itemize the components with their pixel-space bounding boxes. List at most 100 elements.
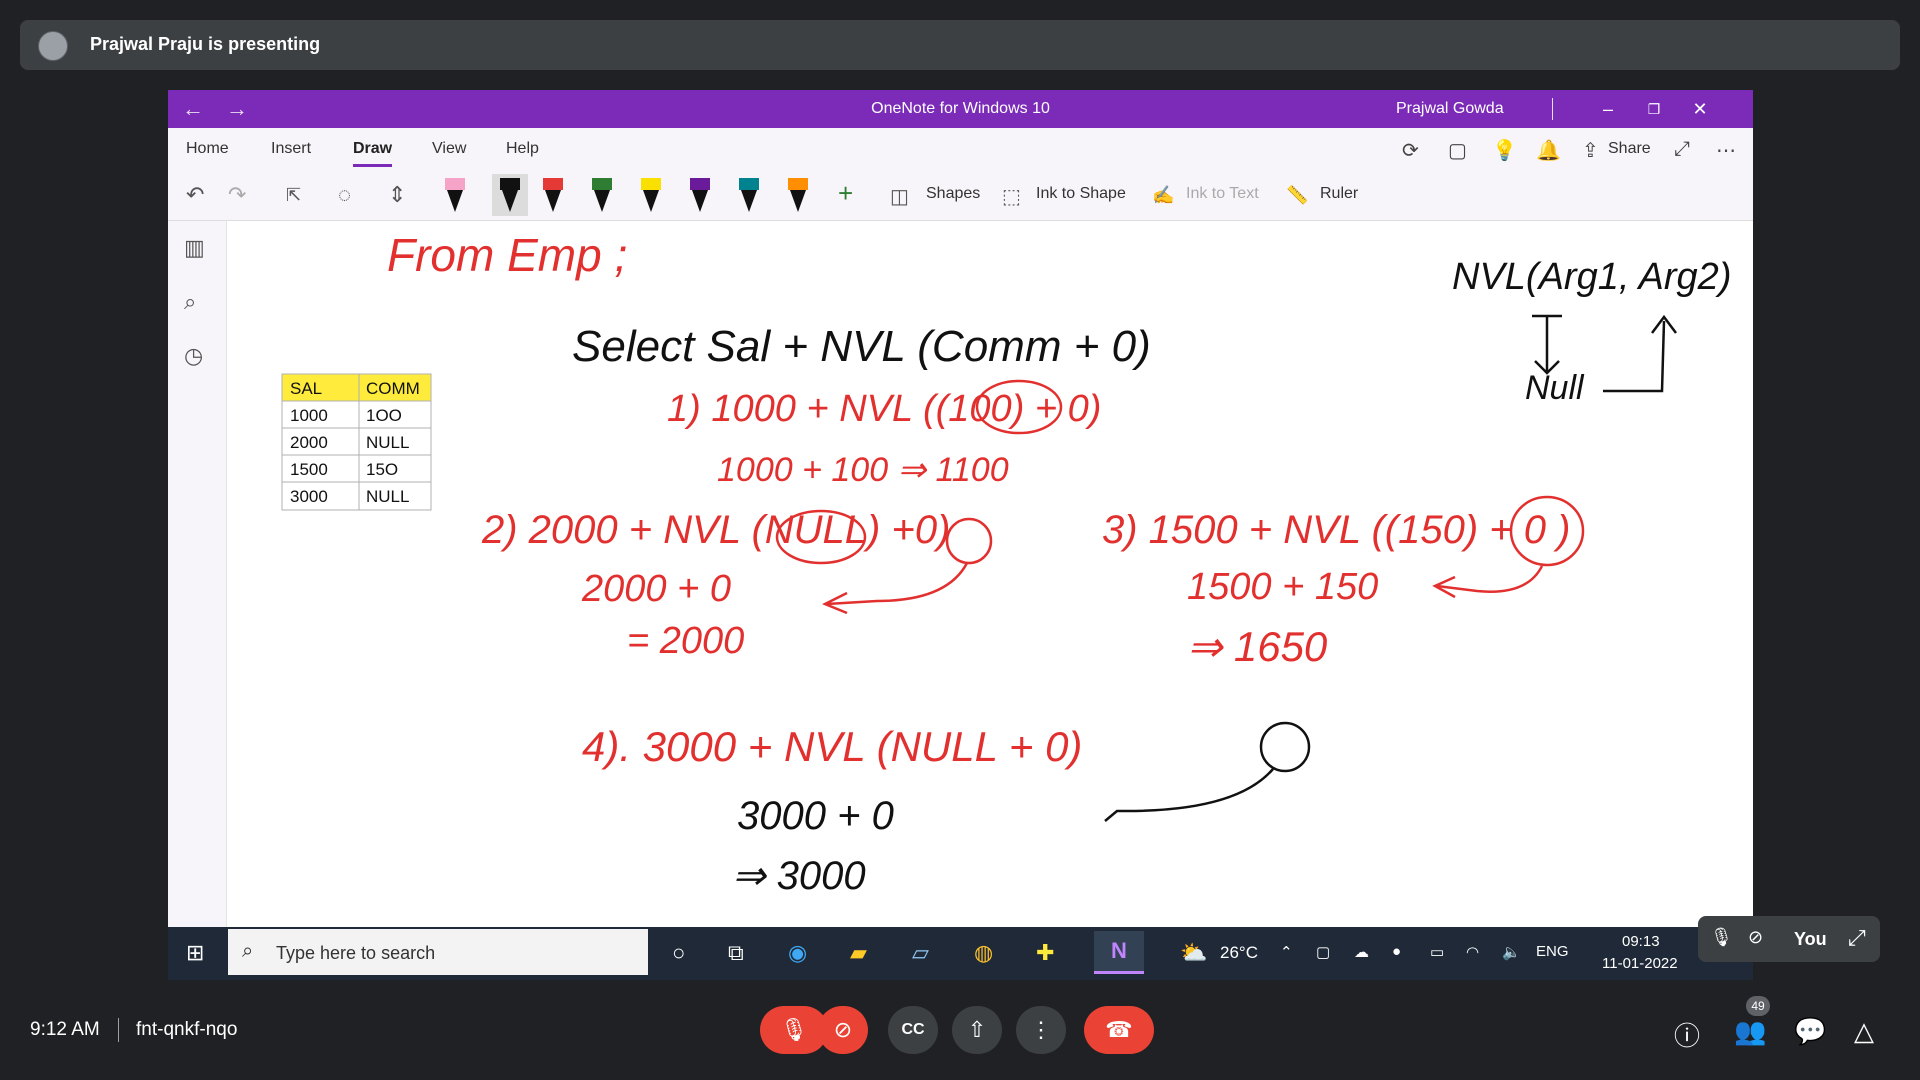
clock-date[interactable]: 11-01-2022 bbox=[1602, 955, 1678, 972]
pen-8-icon[interactable] bbox=[786, 178, 810, 212]
pen-1-icon[interactable] bbox=[443, 178, 467, 212]
clock-time[interactable]: 09:13 bbox=[1622, 933, 1660, 950]
language-indicator[interactable]: ENG bbox=[1536, 943, 1569, 960]
share-button[interactable]: Share bbox=[1608, 140, 1651, 158]
lightbulb-icon[interactable]: 💡 bbox=[1492, 138, 1517, 163]
expand-icon[interactable]: ⤢ bbox=[1674, 138, 1690, 161]
task-view-icon[interactable]: ⧉ bbox=[728, 940, 744, 966]
navigation-sidebar: ▥ ⌕ ◷ bbox=[168, 221, 227, 980]
table-cell: 15O bbox=[366, 460, 398, 479]
activities-icon[interactable]: △ bbox=[1854, 1016, 1874, 1047]
wifi-icon[interactable]: ◠ bbox=[1466, 943, 1479, 961]
windows-start-icon[interactable]: ⊞ bbox=[186, 940, 204, 966]
ink-step4a: 4). 3000 + NVL (NULL + 0) bbox=[582, 723, 1082, 770]
presenting-text: Prajwal Praju is presenting bbox=[90, 34, 321, 54]
shapes-icon[interactable]: ◫ bbox=[890, 184, 909, 209]
lasso-add-icon[interactable]: ◌ bbox=[338, 182, 351, 208]
ink-to-text-button[interactable]: Ink to Text bbox=[1186, 185, 1259, 203]
bell-icon[interactable]: 🔔 bbox=[1536, 138, 1561, 163]
add-pen-icon[interactable]: + bbox=[838, 178, 853, 209]
search-icon[interactable]: ⌕ bbox=[184, 289, 196, 315]
pen-5-icon[interactable] bbox=[639, 178, 663, 212]
more-icon[interactable]: ⋯ bbox=[1716, 138, 1736, 163]
ribbon-tabs: Home Insert Draw View Help ⟳ ▢ 💡 🔔 ⇪ Sha… bbox=[168, 128, 1753, 170]
pen-6-icon[interactable] bbox=[688, 178, 712, 212]
file-explorer-icon[interactable]: ▰ bbox=[850, 940, 867, 966]
tab-help[interactable]: Help bbox=[506, 140, 539, 158]
table-header-comm: COMM bbox=[366, 379, 420, 398]
meeting-time: 9:12 AM bbox=[30, 1019, 100, 1040]
share-icon[interactable]: ⇪ bbox=[1582, 138, 1599, 163]
ink-to-text-icon[interactable]: ✍ bbox=[1152, 185, 1174, 206]
cortana-icon[interactable]: ○ bbox=[672, 940, 685, 966]
tab-home[interactable]: Home bbox=[186, 140, 229, 158]
tab-view[interactable]: View bbox=[432, 140, 466, 158]
shared-screen: ← → OneNote for Windows 10 Prajwal Gowda… bbox=[168, 90, 1753, 980]
weather-temp[interactable]: 26°C bbox=[1220, 943, 1258, 963]
meeting-info-icon[interactable]: ⓘ bbox=[1674, 1016, 1700, 1053]
pen-body bbox=[594, 190, 610, 212]
expand-tile-icon[interactable]: ⤢ bbox=[1848, 925, 1866, 951]
pen-3-icon[interactable] bbox=[541, 178, 565, 212]
pen-body bbox=[790, 190, 806, 212]
present-button[interactable]: ⇧ bbox=[952, 1006, 1002, 1054]
shapes-button[interactable]: Shapes bbox=[926, 185, 980, 203]
user-name[interactable]: Prajwal Gowda bbox=[1396, 100, 1504, 118]
minimize-icon[interactable]: – bbox=[1588, 94, 1628, 124]
sync-icon[interactable]: ⟳ bbox=[1402, 138, 1419, 163]
bottom-separator bbox=[118, 1018, 119, 1042]
tray-meet-icon[interactable]: ▢ bbox=[1316, 943, 1330, 961]
onedrive-icon[interactable]: ☁ bbox=[1354, 943, 1369, 961]
ink-null-label: Null bbox=[1525, 369, 1585, 407]
pen-color-swatch bbox=[788, 178, 808, 190]
undo-icon[interactable]: ↶ bbox=[186, 182, 204, 208]
page-icon[interactable]: ▢ bbox=[1448, 138, 1467, 163]
ruler-icon[interactable]: 📏 bbox=[1286, 185, 1308, 206]
onenote-app-icon[interactable]: N bbox=[1094, 931, 1144, 974]
weather-icon[interactable]: ⛅ bbox=[1180, 940, 1207, 966]
camera-off-icon[interactable]: ⊘ bbox=[1748, 927, 1763, 948]
camera-toggle-button[interactable]: ⊘ bbox=[818, 1006, 868, 1054]
table-cell: NULL bbox=[366, 487, 409, 506]
close-icon[interactable]: ✕ bbox=[1680, 94, 1720, 124]
captions-button[interactable]: CC bbox=[888, 1006, 938, 1054]
tab-insert[interactable]: Insert bbox=[271, 140, 311, 158]
add-space-icon[interactable]: ⇕ bbox=[388, 182, 406, 208]
volume-icon[interactable]: 🔈 bbox=[1502, 943, 1521, 961]
ink-step2b: 2000 + 0 bbox=[581, 568, 731, 610]
search-icon: ⌕ bbox=[242, 940, 254, 962]
notebooks-icon[interactable]: ▥ bbox=[184, 235, 205, 261]
redo-icon[interactable]: ↷ bbox=[228, 182, 246, 208]
tray-chevron-icon[interactable]: ⌃ bbox=[1280, 943, 1293, 961]
chrome-icon[interactable]: ◍ bbox=[974, 940, 993, 966]
chat-icon[interactable]: 💬 bbox=[1794, 1016, 1826, 1047]
ruler-button[interactable]: Ruler bbox=[1320, 185, 1358, 203]
notepad-app-icon[interactable]: ▱ bbox=[912, 940, 929, 966]
people-icon[interactable]: 👥 bbox=[1734, 1016, 1766, 1047]
restore-icon[interactable]: ❐ bbox=[1634, 94, 1674, 124]
taskbar-search-box[interactable]: ⌕ Type here to search bbox=[228, 929, 648, 975]
window-title: OneNote for Windows 10 bbox=[871, 100, 1050, 117]
note-canvas[interactable]: SAL COMM 1000 1OO 2000 NULL 1500 15O 300… bbox=[227, 221, 1753, 927]
ink-from-emp: From Emp ; bbox=[387, 229, 627, 281]
edge-icon[interactable]: ◉ bbox=[788, 940, 807, 966]
pen-4-icon[interactable] bbox=[590, 178, 614, 212]
tab-draw[interactable]: Draw bbox=[353, 140, 393, 167]
pen-7-icon[interactable] bbox=[737, 178, 761, 212]
ink-step2c: = 2000 bbox=[627, 620, 744, 662]
leave-call-button[interactable]: ☎ bbox=[1084, 1006, 1154, 1054]
table-cell: 2000 bbox=[290, 433, 328, 452]
ink-step3a: 3) 1500 + NVL ((150) + 0 ) bbox=[1102, 508, 1570, 552]
lasso-select-icon[interactable]: ⇱ bbox=[286, 185, 301, 206]
app-plus-icon[interactable]: ✚ bbox=[1036, 940, 1054, 966]
self-view-tile[interactable]: 🎙 ⊘ You ⤢ bbox=[1698, 916, 1880, 962]
pen-2-icon[interactable] bbox=[492, 174, 528, 216]
battery-icon[interactable]: ▭ bbox=[1430, 943, 1444, 961]
ink-to-shape-button[interactable]: Ink to Shape bbox=[1036, 185, 1126, 203]
mic-tray-icon[interactable]: ● bbox=[1392, 943, 1401, 960]
recent-icon[interactable]: ◷ bbox=[184, 343, 203, 369]
hang-up-icon: ☎ bbox=[1105, 1017, 1133, 1042]
more-options-button[interactable]: ⋮ bbox=[1016, 1006, 1066, 1054]
mic-off-icon[interactable]: 🎙 bbox=[1710, 927, 1733, 948]
ink-to-shape-icon[interactable]: ⬚ bbox=[1002, 184, 1021, 209]
